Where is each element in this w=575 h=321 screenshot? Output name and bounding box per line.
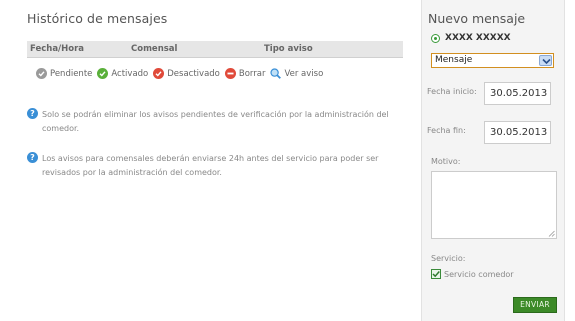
magnifier-icon: [270, 68, 282, 79]
recipient-radio[interactable]: [431, 33, 440, 43]
legend-pending-label: Pendiente: [50, 68, 93, 79]
legend-deactivated-label: Desactivado: [167, 68, 220, 79]
x-icon: [153, 68, 165, 79]
history-title: Histórico de mensajes: [27, 11, 168, 26]
column-notice-type[interactable]: Tipo aviso: [264, 44, 313, 54]
new-message-panel: Nuevo mensaje XXXX XXXXX Mensaje Fecha i…: [421, 0, 565, 321]
service-checkbox[interactable]: [431, 269, 441, 279]
legend-view: Ver aviso: [270, 68, 323, 79]
resize-handle-icon[interactable]: [548, 230, 555, 237]
recipient-name: XXXX XXXXX: [445, 33, 511, 43]
check-icon: [97, 68, 109, 79]
info-icon: ?: [27, 152, 38, 163]
reason-textarea[interactable]: [431, 171, 557, 239]
deadline-info-note: ? Los avisos para comensales deberán env…: [27, 152, 397, 180]
legend-delete-label: Borrar: [238, 68, 266, 79]
minus-icon: [224, 68, 236, 79]
message-type-value: Mensaje: [435, 55, 473, 65]
status-legend: Pendiente Activado Desactivado Borrar Ve…: [36, 68, 328, 79]
delete-info-note: ? Solo se podrán eliminar los avisos pen…: [27, 108, 397, 136]
end-date-label: Fecha fin:: [427, 126, 466, 135]
delete-info-text: Solo se podrán eliminar los avisos pendi…: [42, 110, 389, 133]
info-icon: ?: [27, 108, 38, 119]
history-table-header: Fecha/Hora Comensal Tipo aviso: [27, 41, 403, 58]
legend-activated: Activado: [97, 68, 148, 79]
column-diner[interactable]: Comensal: [131, 44, 177, 54]
service-label: Servicio:: [431, 254, 466, 263]
end-date-field[interactable]: 30.05.2013: [484, 121, 551, 144]
legend-activated-label: Activado: [111, 68, 149, 79]
pending-icon: [36, 68, 47, 79]
legend-view-label: Ver aviso: [284, 68, 324, 79]
service-option[interactable]: Servicio comedor: [431, 269, 514, 279]
start-date-label: Fecha inicio:: [427, 87, 477, 96]
deadline-info-text: Los avisos para comensales deberán envia…: [42, 154, 379, 177]
start-date-field[interactable]: 30.05.2013: [484, 82, 551, 105]
reason-label: Motivo:: [431, 157, 461, 166]
message-type-select[interactable]: Mensaje: [431, 53, 554, 68]
chevron-down-icon[interactable]: [539, 55, 552, 66]
service-option-label: Servicio comedor: [444, 269, 514, 279]
new-message-title: Nuevo mensaje: [428, 11, 526, 26]
legend-deactivated: Desactivado: [153, 68, 220, 79]
column-datetime[interactable]: Fecha/Hora: [30, 44, 84, 54]
legend-delete: Borrar: [224, 68, 266, 79]
recipient-option[interactable]: XXXX XXXXX: [431, 33, 511, 43]
legend-pending: Pendiente: [36, 68, 92, 79]
send-button[interactable]: ENVIAR: [513, 297, 557, 313]
checkmark-icon: [432, 271, 440, 278]
